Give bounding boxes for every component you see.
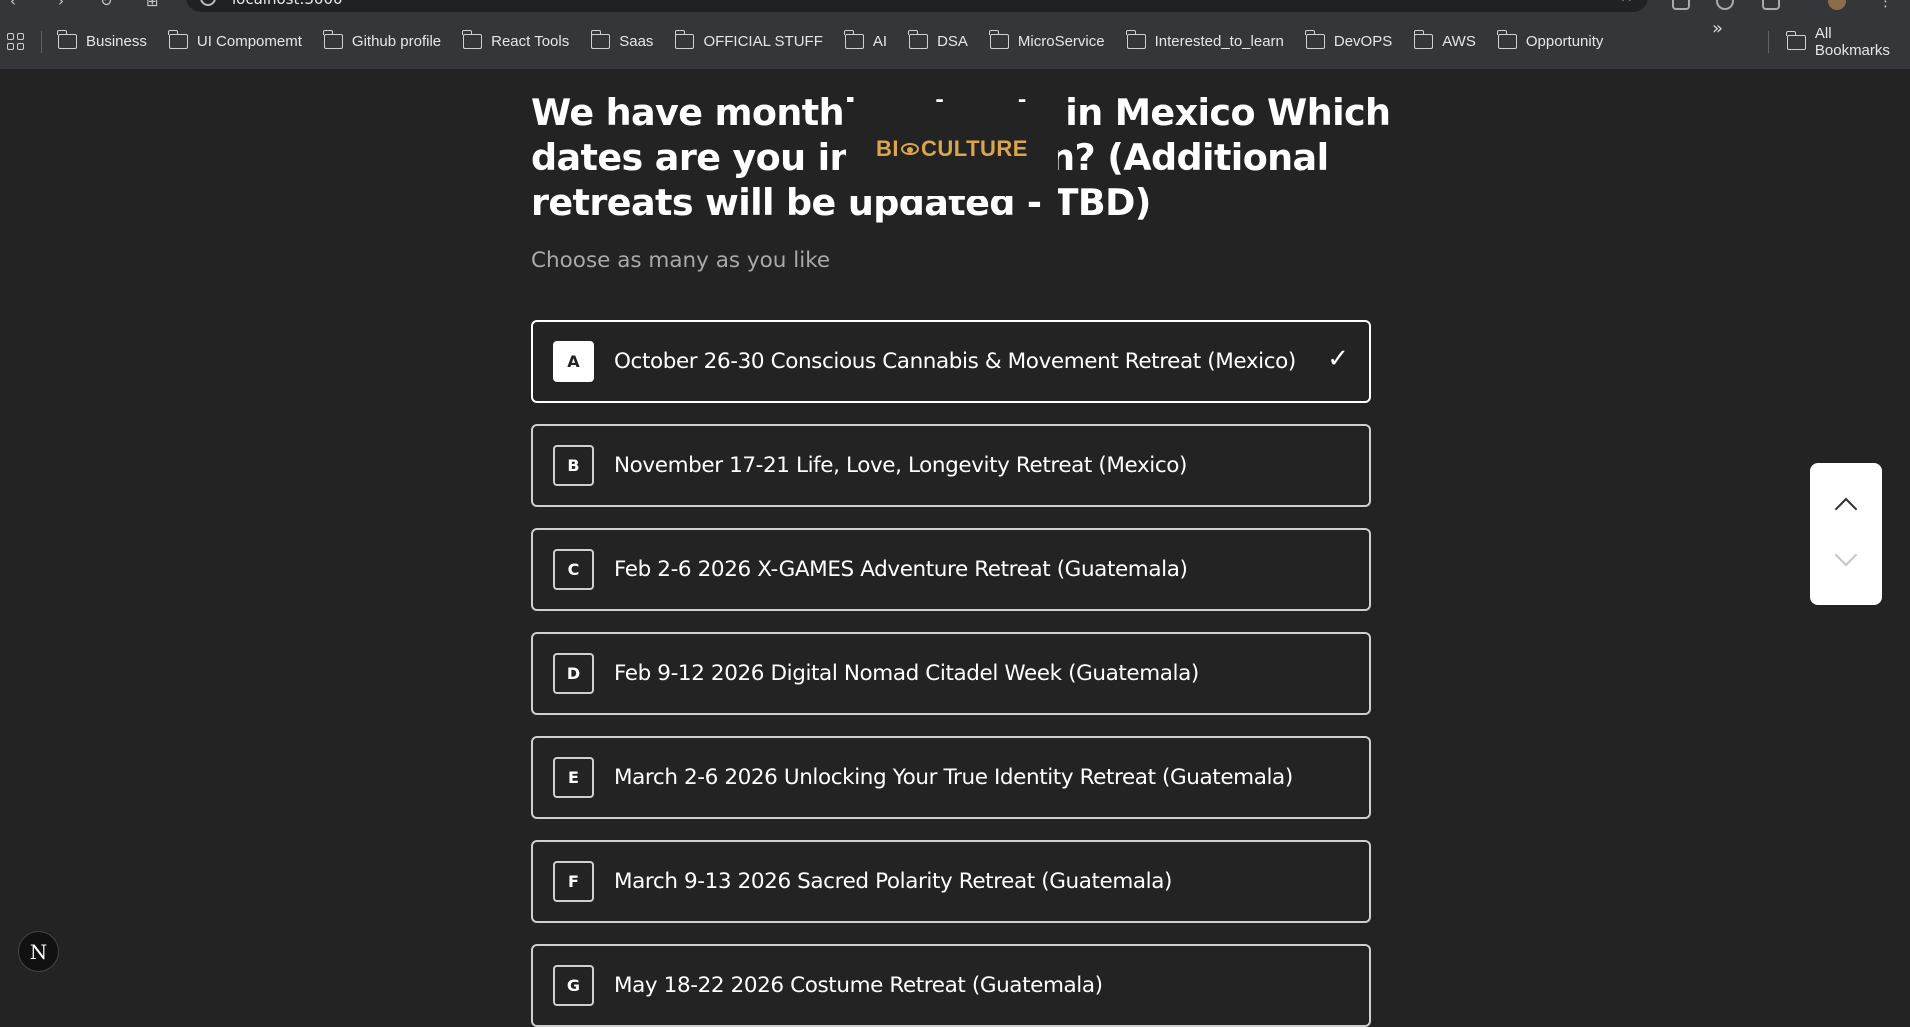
site-info-icon[interactable] xyxy=(200,0,216,6)
choice-key: G xyxy=(553,965,594,1006)
extensions-icon[interactable]: ⊞ xyxy=(146,0,159,10)
choice-option[interactable]: D Feb 9-12 2026 Digital Nomad Citadel Wee… xyxy=(531,632,1371,715)
choice-label: October 26-30 Conscious Cannabis & Movem… xyxy=(614,349,1296,374)
choice-label: May 18-22 2026 Costume Retreat (Guatemal… xyxy=(614,973,1103,998)
logo-text: BI xyxy=(876,136,900,161)
choice-option[interactable]: B November 17-21 Life, Love, Longevity Re… xyxy=(531,424,1371,507)
logo-text: CULTURE xyxy=(921,136,1028,161)
bookmark-label: AI xyxy=(872,33,888,50)
bookmark-item[interactable]: React Tools xyxy=(462,30,570,50)
downloads-icon[interactable] xyxy=(1762,0,1780,10)
menu-dots-icon[interactable]: ⋮ xyxy=(1878,0,1893,10)
folder-icon xyxy=(1497,30,1517,49)
choice-option[interactable]: E March 2-6 2026 Unlocking Your True Iden… xyxy=(531,736,1371,819)
bioculture-logo: BI CULTURE xyxy=(846,102,1058,196)
url-text: localhost:3000 xyxy=(232,0,343,8)
bookmarks-divider xyxy=(1768,31,1769,53)
folder-icon xyxy=(590,30,611,49)
back-icon[interactable]: ‹ xyxy=(10,0,16,10)
choice-key: E xyxy=(553,757,594,798)
apps-grid-icon[interactable] xyxy=(7,32,25,51)
question-subtitle: Choose as many as you like xyxy=(531,248,831,273)
folder-icon xyxy=(674,30,695,49)
bookmark-item[interactable]: DevOPS xyxy=(1305,30,1393,50)
address-bar[interactable]: localhost:3000 ☆ xyxy=(186,0,1648,12)
bookmark-label: Opportunity xyxy=(1525,33,1604,50)
bookmark-label: MicroService xyxy=(1017,33,1105,50)
folder-icon xyxy=(1125,30,1146,49)
bookmark-label: UI Compomemt xyxy=(196,33,302,50)
choice-option[interactable]: F March 9-13 2026 Sacred Polarity Retreat… xyxy=(531,840,1371,923)
choice-key: D xyxy=(553,653,594,694)
folder-icon xyxy=(989,30,1009,49)
reload-icon[interactable]: ↻ xyxy=(100,0,113,10)
bookmark-label: OFFICIAL STUFF xyxy=(703,33,823,50)
forward-icon[interactable]: › xyxy=(58,0,64,10)
profile-sync-icon[interactable] xyxy=(1716,0,1734,10)
bookmark-item[interactable]: MicroService xyxy=(989,30,1105,50)
choice-key: C xyxy=(553,549,594,590)
folder-icon xyxy=(323,30,343,49)
folder-icon xyxy=(168,30,188,49)
bookmark-item[interactable]: Business xyxy=(57,30,147,50)
question-navigator xyxy=(1810,463,1882,605)
folder-icon xyxy=(57,30,77,49)
choice-option[interactable]: C Feb 2-6 2026 X-GAMES Adventure Retreat … xyxy=(531,528,1371,611)
bookmark-item[interactable]: Github profile xyxy=(323,30,442,50)
bookmark-item[interactable]: OFFICIAL STUFF xyxy=(674,30,823,50)
bookmark-label: React Tools xyxy=(491,33,570,50)
cast-icon[interactable] xyxy=(1672,0,1690,10)
bookmark-label: Saas xyxy=(619,33,654,50)
avatar[interactable] xyxy=(1828,0,1846,10)
bookmark-label: Github profile xyxy=(351,33,442,50)
bookmark-item[interactable]: AI xyxy=(844,30,888,50)
nextjs-dev-badge[interactable]: N xyxy=(18,931,59,972)
all-bookmarks-button[interactable]: All Bookmarks xyxy=(1768,14,1910,70)
choice-key: F xyxy=(553,861,594,902)
bookmark-item[interactable]: DSA xyxy=(908,30,968,50)
choice-key: A xyxy=(553,341,594,382)
bookmark-label: DSA xyxy=(937,33,968,50)
choice-label: Feb 9-12 2026 Digital Nomad Citadel Week… xyxy=(614,661,1199,686)
bookmark-item[interactable]: AWS xyxy=(1413,30,1476,50)
bookmark-item[interactable]: Opportunity xyxy=(1497,30,1604,50)
all-bookmarks-label: All Bookmarks xyxy=(1814,25,1890,59)
eye-icon xyxy=(901,143,920,155)
bookmark-item[interactable]: Saas xyxy=(590,30,654,50)
folder-icon xyxy=(462,30,483,49)
folder-icon xyxy=(1786,30,1806,50)
bookmark-label: DevOPS xyxy=(1333,33,1393,50)
choice-label: November 17-21 Life, Love, Longevity Ret… xyxy=(614,453,1188,478)
bookmark-label: Business xyxy=(86,33,147,50)
folder-icon xyxy=(908,30,929,49)
chevron-down-icon[interactable] xyxy=(1832,547,1860,575)
folder-icon xyxy=(844,30,864,49)
chevron-up-icon[interactable] xyxy=(1832,493,1860,521)
choice-key: B xyxy=(553,445,594,486)
choice-label: March 9-13 2026 Sacred Polarity Retreat … xyxy=(614,869,1173,894)
bookmarks-bar: Business UI Compomemt Github profile React … xyxy=(0,14,1910,70)
bookmark-item[interactable]: Interested_to_learn xyxy=(1125,30,1284,50)
choice-label: March 2-6 2026 Unlocking Your True Ident… xyxy=(614,765,1293,790)
bookmark-star-icon[interactable]: ☆ xyxy=(1619,0,1634,6)
check-icon: ✓ xyxy=(1327,344,1349,374)
bookmarks-divider xyxy=(41,30,42,53)
folder-icon xyxy=(1305,30,1325,49)
choice-label: Feb 2-6 2026 X-GAMES Adventure Retreat (… xyxy=(614,557,1188,582)
folder-icon xyxy=(1413,30,1434,49)
browser-toolbar: ‹ › ↻ ⊞ localhost:3000 ☆ ⋮ xyxy=(0,0,1910,14)
bookmark-item[interactable]: UI Compomemt xyxy=(168,30,302,50)
choice-option[interactable]: A October 26-30 Conscious Cannabis & Move… xyxy=(531,320,1371,403)
bookmark-label: AWS xyxy=(1442,33,1476,50)
more-bookmarks-chevron-icon[interactable]: » xyxy=(1712,18,1723,39)
choice-option[interactable]: G May 18-22 2026 Costume Retreat (Guatema… xyxy=(531,944,1371,1027)
bookmark-label: Interested_to_learn xyxy=(1154,33,1284,50)
